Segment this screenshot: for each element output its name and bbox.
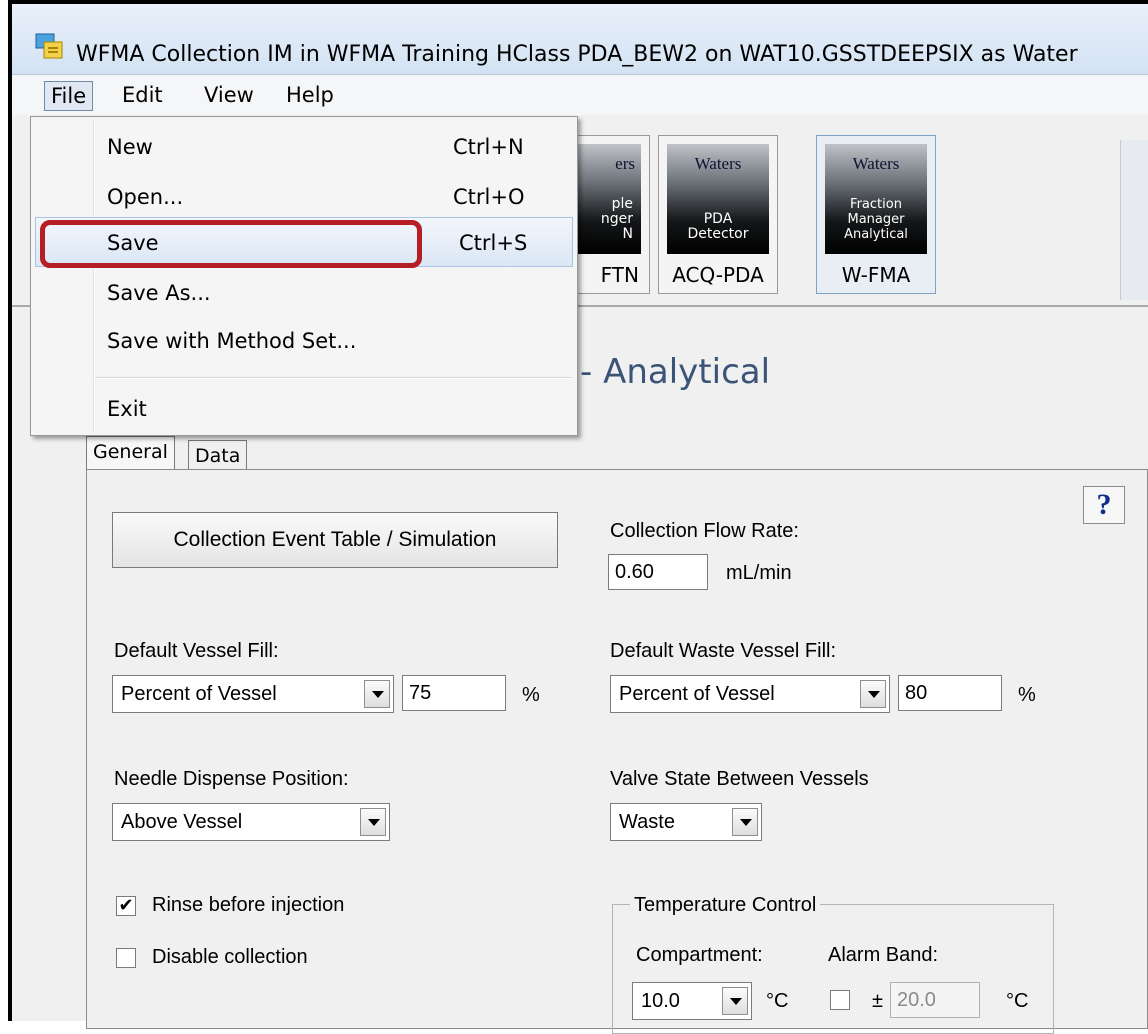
compartment-label: Compartment:	[636, 944, 763, 966]
collection-event-table-button[interactable]: Collection Event Table / Simulation	[112, 512, 558, 568]
pda-detector-logo: Waters PDA Detector	[667, 144, 769, 254]
menu-item-open[interactable]: Open...	[107, 185, 183, 209]
vessel-fill-mode-value: Percent of Vessel	[121, 683, 277, 705]
menu-item-exit[interactable]: Exit	[107, 397, 147, 421]
needle-position-label: Needle Dispense Position:	[114, 768, 349, 790]
chevron-down-icon[interactable]	[732, 808, 758, 836]
tab-data[interactable]: Data	[188, 440, 248, 471]
alarm-band-unit: °C	[1006, 990, 1029, 1012]
page-heading: - Analytical	[580, 352, 771, 392]
vessel-fill-unit: %	[522, 684, 540, 706]
menu-shortcut-new: Ctrl+N	[453, 135, 524, 159]
alarm-band-checkbox[interactable]	[830, 990, 850, 1010]
waste-fill-label: Default Waste Vessel Fill:	[610, 640, 837, 662]
valve-state-value: Waste	[619, 811, 675, 833]
toolbar-button-label: ACQ-PDA	[672, 263, 764, 287]
menu-shortcut-save: Ctrl+S	[459, 231, 528, 255]
compartment-value: 10.0	[641, 990, 680, 1012]
menu-view[interactable]: View	[198, 81, 260, 109]
toolbar-button-acq-pda[interactable]: Waters PDA Detector ACQ-PDA	[658, 135, 778, 294]
flow-rate-unit: mL/min	[726, 562, 792, 584]
vessel-fill-label: Default Vessel Fill:	[114, 640, 279, 662]
waste-fill-mode-value: Percent of Vessel	[619, 683, 775, 705]
alarm-band-label: Alarm Band:	[828, 944, 939, 966]
menu-item-save-as[interactable]: Save As...	[107, 281, 211, 305]
vessel-fill-mode-select[interactable]: Percent of Vessel	[112, 675, 394, 713]
check-icon: ✔	[118, 895, 134, 916]
chevron-down-icon[interactable]	[364, 680, 390, 708]
waste-fill-mode-select[interactable]: Percent of Vessel	[610, 675, 890, 713]
chevron-down-icon[interactable]	[360, 808, 386, 836]
alarm-band-input[interactable]: 20.0	[890, 982, 980, 1018]
menu-item-save-with-method-set[interactable]: Save with Method Set...	[107, 329, 356, 353]
toolbar-button-label: W-FMA	[841, 263, 911, 287]
app-icon	[35, 33, 63, 59]
menu-file[interactable]: File	[44, 81, 94, 111]
menu-shortcut-open: Ctrl+O	[453, 185, 525, 209]
plus-minus-symbol: ±	[872, 990, 883, 1012]
file-menu-dropdown: New Ctrl+N Open... Ctrl+O Save Ctrl+S Sa…	[30, 116, 578, 436]
waste-fill-unit: %	[1018, 684, 1036, 706]
rinse-label: Rinse before injection	[152, 894, 345, 916]
title-bar: WFMA Collection IM in WFMA Training HCla…	[12, 4, 1148, 75]
disable-collection-checkbox[interactable]	[116, 948, 136, 968]
compartment-unit: °C	[766, 990, 789, 1012]
valve-state-select[interactable]: Waste	[610, 803, 762, 841]
chevron-down-icon[interactable]	[722, 987, 748, 1015]
logo-sub: PDA Detector	[687, 211, 749, 242]
window-title: WFMA Collection IM in WFMA Training HCla…	[76, 42, 1078, 67]
save-highlight-annotation	[40, 220, 422, 268]
flow-rate-input[interactable]: 0.60	[608, 554, 708, 590]
compartment-select[interactable]: 10.0	[632, 982, 752, 1020]
valve-state-label: Valve State Between Vessels	[610, 768, 869, 790]
disable-collection-label: Disable collection	[152, 946, 308, 968]
waste-fill-input[interactable]: 80	[898, 675, 1002, 711]
needle-position-select[interactable]: Above Vessel	[112, 803, 390, 841]
chevron-down-icon[interactable]	[860, 680, 886, 708]
toolbar-button-w-fma[interactable]: Waters Fraction Manager Analytical W-FMA	[816, 135, 936, 294]
needle-position-value: Above Vessel	[121, 811, 243, 833]
menu-gutter	[93, 119, 95, 431]
menu-bar: File Edit View Help	[12, 75, 1148, 115]
toolbar-scroll-edge	[1120, 140, 1148, 300]
menu-help[interactable]: Help	[280, 81, 340, 109]
logo-brand: Waters	[852, 154, 900, 173]
logo-sub: Fraction Manager Analytical	[844, 197, 908, 242]
rinse-checkbox[interactable]: ✔	[116, 896, 136, 916]
flow-rate-label: Collection Flow Rate:	[610, 520, 799, 542]
temperature-control-title: Temperature Control	[630, 894, 821, 917]
menu-edit[interactable]: Edit	[116, 81, 169, 109]
menu-item-new[interactable]: New	[107, 135, 153, 159]
fraction-manager-logo: Waters Fraction Manager Analytical	[825, 144, 927, 254]
tab-general[interactable]: General	[86, 436, 175, 471]
logo-brand: Waters	[694, 154, 742, 173]
menu-separator	[95, 377, 571, 379]
help-button[interactable]: ?	[1083, 486, 1125, 524]
vessel-fill-input[interactable]: 75	[402, 675, 506, 711]
